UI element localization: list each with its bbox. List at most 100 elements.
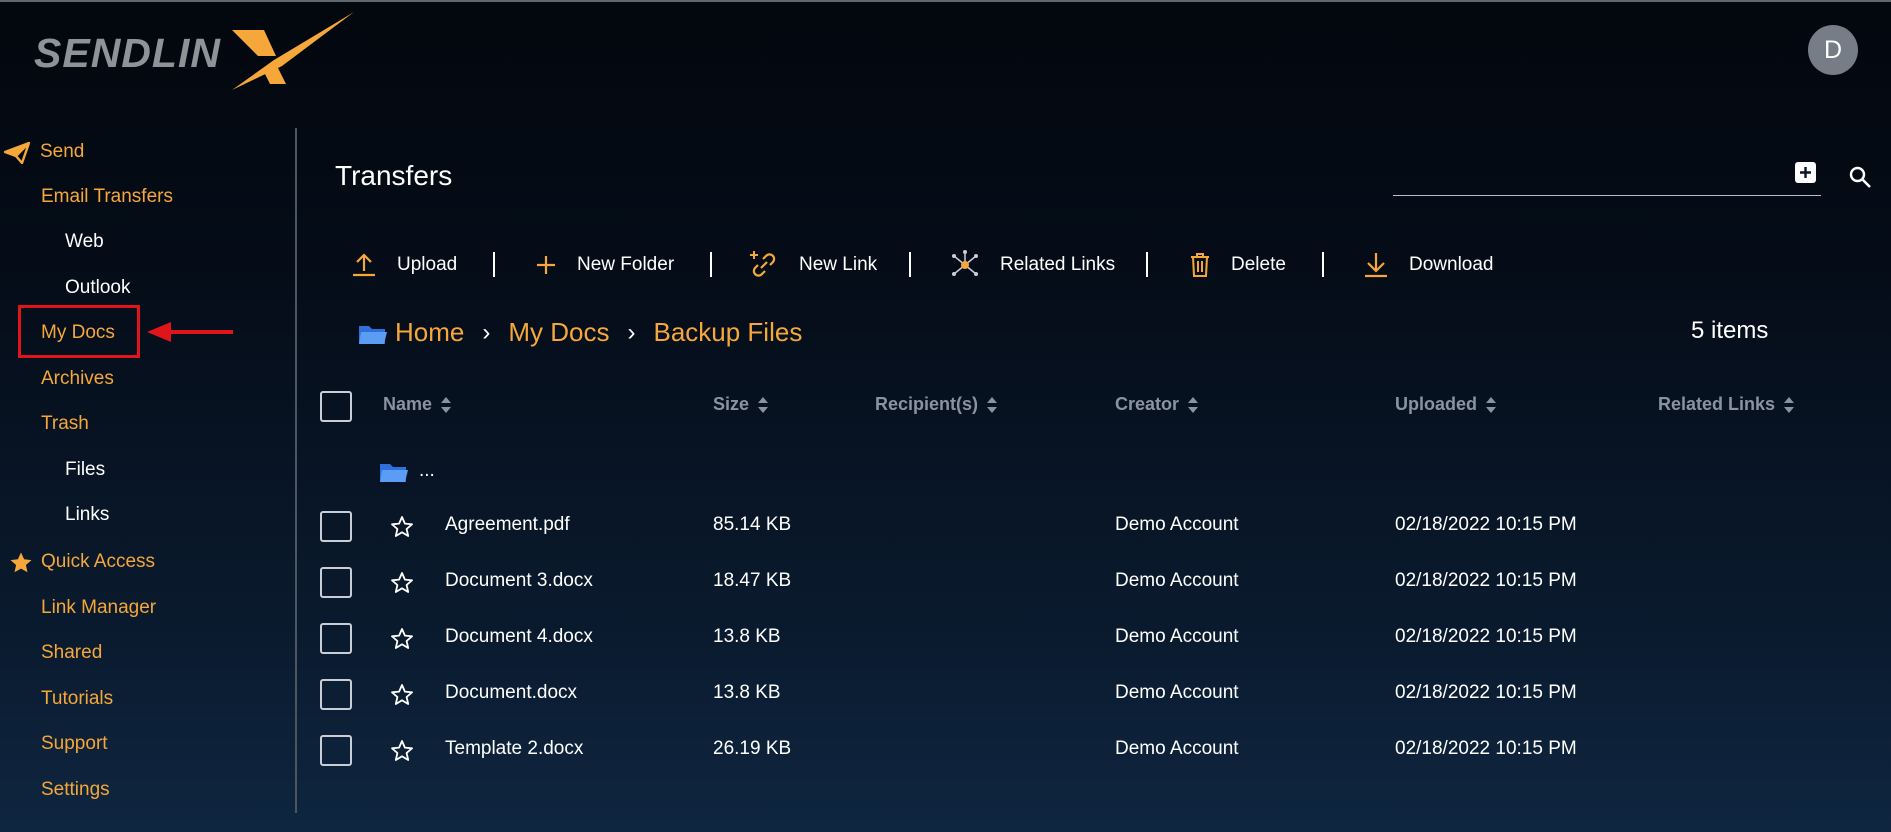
file-creator: Demo Account: [1115, 682, 1239, 703]
select-all-checkbox[interactable]: [320, 391, 352, 422]
toolbar-separator: [493, 252, 495, 277]
search-button[interactable]: [1848, 165, 1872, 194]
column-header-name[interactable]: Name: [383, 394, 452, 415]
column-header-label: Size: [713, 394, 750, 414]
new-link-button[interactable]: New Link: [749, 248, 877, 282]
sidebar-item-label: Send: [40, 141, 85, 162]
sidebar-item-quick-access[interactable]: Quick Access: [10, 551, 155, 573]
column-header-recipients[interactable]: Recipient(s): [875, 394, 998, 415]
add-link-icon: [749, 250, 779, 280]
row-checkbox[interactable]: [320, 679, 352, 710]
chevron-right-icon: ›: [482, 318, 491, 346]
sendlinx-logo[interactable]: SENDLIN: [34, 10, 354, 92]
highlight-box: [18, 305, 140, 358]
file-name[interactable]: Template 2.docx: [445, 738, 583, 760]
row-checkbox[interactable]: [320, 567, 352, 598]
file-name[interactable]: Document 3.docx: [445, 570, 593, 592]
file-uploaded: 02/18/2022 10:15 PM: [1395, 682, 1577, 703]
sidebar-item-label: Shared: [41, 642, 103, 663]
star-outline-icon[interactable]: [390, 739, 414, 763]
sidebar-item-outlook[interactable]: Outlook: [65, 277, 130, 299]
parent-folder-label: ...: [419, 460, 435, 481]
file-size: 13.8 KB: [713, 626, 781, 647]
download-button[interactable]: Download: [1363, 248, 1494, 282]
star-icon: [9, 551, 33, 581]
file-size: 18.47 KB: [713, 570, 792, 591]
chevron-right-icon: ›: [627, 318, 636, 346]
related-links-label: Related Links: [1000, 254, 1116, 275]
column-header-label: Creator: [1115, 394, 1180, 414]
trash-icon: [1189, 252, 1211, 278]
file-size: 85.14 KB: [713, 514, 792, 535]
column-header-related-links[interactable]: Related Links: [1658, 394, 1795, 415]
red-arrow-annotation: [147, 322, 233, 342]
sidebar-item-label: Link Manager: [41, 597, 157, 618]
related-links-button[interactable]: Related Links: [950, 248, 1115, 282]
row-checkbox[interactable]: [320, 511, 352, 542]
new-folder-button[interactable]: New Folder: [535, 248, 674, 282]
sort-icon: [987, 396, 998, 413]
sidebar-item-tutorials[interactable]: Tutorials: [41, 688, 113, 710]
file-uploaded: 02/18/2022 10:15 PM: [1395, 738, 1577, 759]
sidebar-item-label: Files: [65, 459, 106, 480]
star-outline-icon[interactable]: [390, 515, 414, 539]
file-creator: Demo Account: [1115, 738, 1239, 759]
sidebar-item-settings[interactable]: Settings: [41, 779, 110, 801]
items-count: 5 items: [1691, 317, 1769, 344]
sidebar-item-support[interactable]: Support: [41, 733, 108, 755]
sidebar-item-send[interactable]: Send: [3, 141, 85, 165]
user-avatar[interactable]: D: [1808, 25, 1858, 75]
file-name[interactable]: Agreement.pdf: [445, 514, 570, 536]
sort-icon: [1188, 396, 1199, 413]
file-name[interactable]: Document.docx: [445, 682, 577, 704]
sidebar-item-shared[interactable]: Shared: [41, 642, 102, 664]
sidebar-item-email-transfers[interactable]: Email Transfers: [41, 186, 173, 208]
star-outline-icon[interactable]: [390, 627, 414, 651]
column-header-uploaded[interactable]: Uploaded: [1395, 394, 1497, 415]
sidebar-item-label: Support: [41, 733, 108, 754]
add-button[interactable]: [1795, 162, 1816, 183]
sidebar-item-archives[interactable]: Archives: [41, 368, 114, 390]
paper-plane-icon: [3, 141, 31, 170]
breadcrumb-home[interactable]: Home: [395, 317, 464, 348]
sidebar-item-files[interactable]: Files: [65, 459, 105, 481]
sidebar-item-label: Tutorials: [41, 688, 114, 709]
star-outline-icon[interactable]: [390, 571, 414, 595]
sort-icon: [1784, 396, 1795, 413]
sidebar-item-links[interactable]: Links: [65, 504, 109, 526]
toolbar-separator: [909, 252, 911, 277]
file-creator: Demo Account: [1115, 626, 1239, 647]
folder-icon: [380, 464, 408, 482]
search-input[interactable]: [1393, 195, 1821, 196]
parent-folder-row[interactable]: ...: [379, 460, 435, 489]
sort-icon: [441, 396, 452, 413]
column-header-label: Name: [383, 394, 433, 414]
row-checkbox[interactable]: [320, 735, 352, 766]
file-uploaded: 02/18/2022 10:15 PM: [1395, 570, 1577, 591]
upload-button[interactable]: Upload: [351, 248, 457, 282]
file-name[interactable]: Document 4.docx: [445, 626, 593, 648]
column-header-creator[interactable]: Creator: [1115, 394, 1199, 415]
delete-button[interactable]: Delete: [1189, 248, 1286, 282]
row-checkbox[interactable]: [320, 623, 352, 654]
column-header-size[interactable]: Size: [713, 394, 769, 415]
breadcrumb-my-docs[interactable]: My Docs: [508, 317, 609, 348]
sidebar-item-link-manager[interactable]: Link Manager: [41, 597, 156, 619]
sidebar-item-web[interactable]: Web: [65, 231, 104, 253]
toolbar-separator: [1322, 252, 1324, 277]
file-size: 26.19 KB: [713, 738, 792, 759]
top-border: [0, 0, 1891, 2]
breadcrumb-backup-files[interactable]: Backup Files: [653, 317, 802, 348]
breadcrumb: Home › My Docs › Backup Files: [395, 317, 802, 348]
column-header-label: Related Links: [1658, 394, 1776, 414]
file-uploaded: 02/18/2022 10:15 PM: [1395, 514, 1577, 535]
sidebar-item-label: Web: [65, 231, 104, 252]
network-icon: [950, 250, 980, 280]
file-creator: Demo Account: [1115, 514, 1239, 535]
sidebar-item-trash[interactable]: Trash: [41, 413, 89, 435]
plus-icon: [1800, 167, 1811, 178]
star-outline-icon[interactable]: [390, 683, 414, 707]
sidebar-item-label: Archives: [41, 368, 114, 389]
download-icon: [1363, 251, 1389, 279]
sort-icon: [758, 396, 769, 413]
